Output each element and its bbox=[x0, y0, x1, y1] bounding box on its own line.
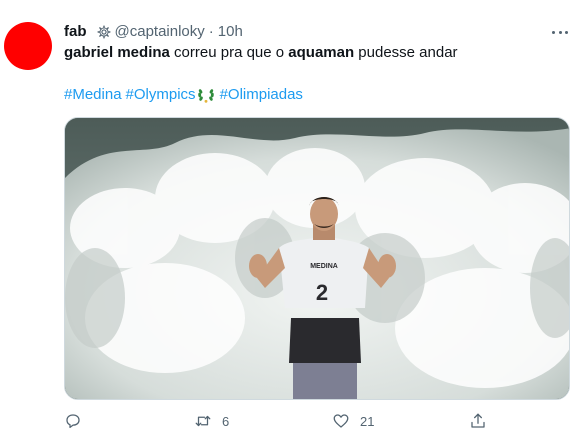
hashtag-olympics[interactable]: #Olympics bbox=[126, 85, 196, 105]
tweet-text: gabriel medina correu pra que o aquaman … bbox=[64, 43, 574, 63]
timestamp[interactable]: 10h bbox=[218, 22, 243, 42]
more-options-icon[interactable] bbox=[550, 22, 570, 42]
text-fragment: correu pra que o bbox=[169, 44, 289, 61]
tweet-media-image[interactable]: MEDINA 2 bbox=[64, 117, 570, 400]
retweet-count: 6 bbox=[222, 413, 230, 429]
share-button[interactable] bbox=[469, 412, 487, 430]
heart-icon bbox=[333, 414, 349, 428]
bib-label: MEDINA bbox=[310, 263, 338, 270]
tweet-header: fab @captainloky · 10h bbox=[64, 22, 243, 42]
reply-button[interactable] bbox=[64, 412, 92, 430]
retweet-icon bbox=[195, 415, 211, 427]
like-button[interactable]: 21 bbox=[332, 412, 374, 430]
bold-text: gabriel medina bbox=[64, 44, 170, 61]
hashtag-olimpiadas[interactable]: #Olimpiadas bbox=[220, 85, 303, 105]
gear-icon bbox=[96, 25, 111, 39]
tweet-actions: 6 21 bbox=[64, 412, 544, 436]
hashtag-medina[interactable]: #Medina bbox=[64, 85, 122, 105]
user-handle[interactable]: @captainloky bbox=[115, 22, 205, 42]
tweet-card[interactable]: fab @captainloky · 10h gabriel medina co… bbox=[0, 0, 586, 442]
avatar[interactable] bbox=[4, 22, 52, 70]
media-illustration: MEDINA 2 bbox=[65, 118, 569, 399]
reply-icon bbox=[66, 414, 80, 429]
text-fragment: pudesse andar bbox=[354, 44, 458, 61]
like-count: 21 bbox=[360, 413, 375, 429]
separator-dot: · bbox=[208, 23, 214, 40]
olympic-wreath-icon bbox=[197, 86, 215, 104]
bold-text: aquaman bbox=[288, 44, 355, 61]
bib-number: 2 bbox=[316, 280, 328, 305]
hashtag-row: #Medina #Olympics #Olimpiadas bbox=[64, 85, 303, 105]
display-name[interactable]: fab bbox=[64, 22, 87, 42]
share-icon bbox=[471, 413, 485, 428]
retweet-button[interactable]: 6 bbox=[194, 412, 229, 430]
